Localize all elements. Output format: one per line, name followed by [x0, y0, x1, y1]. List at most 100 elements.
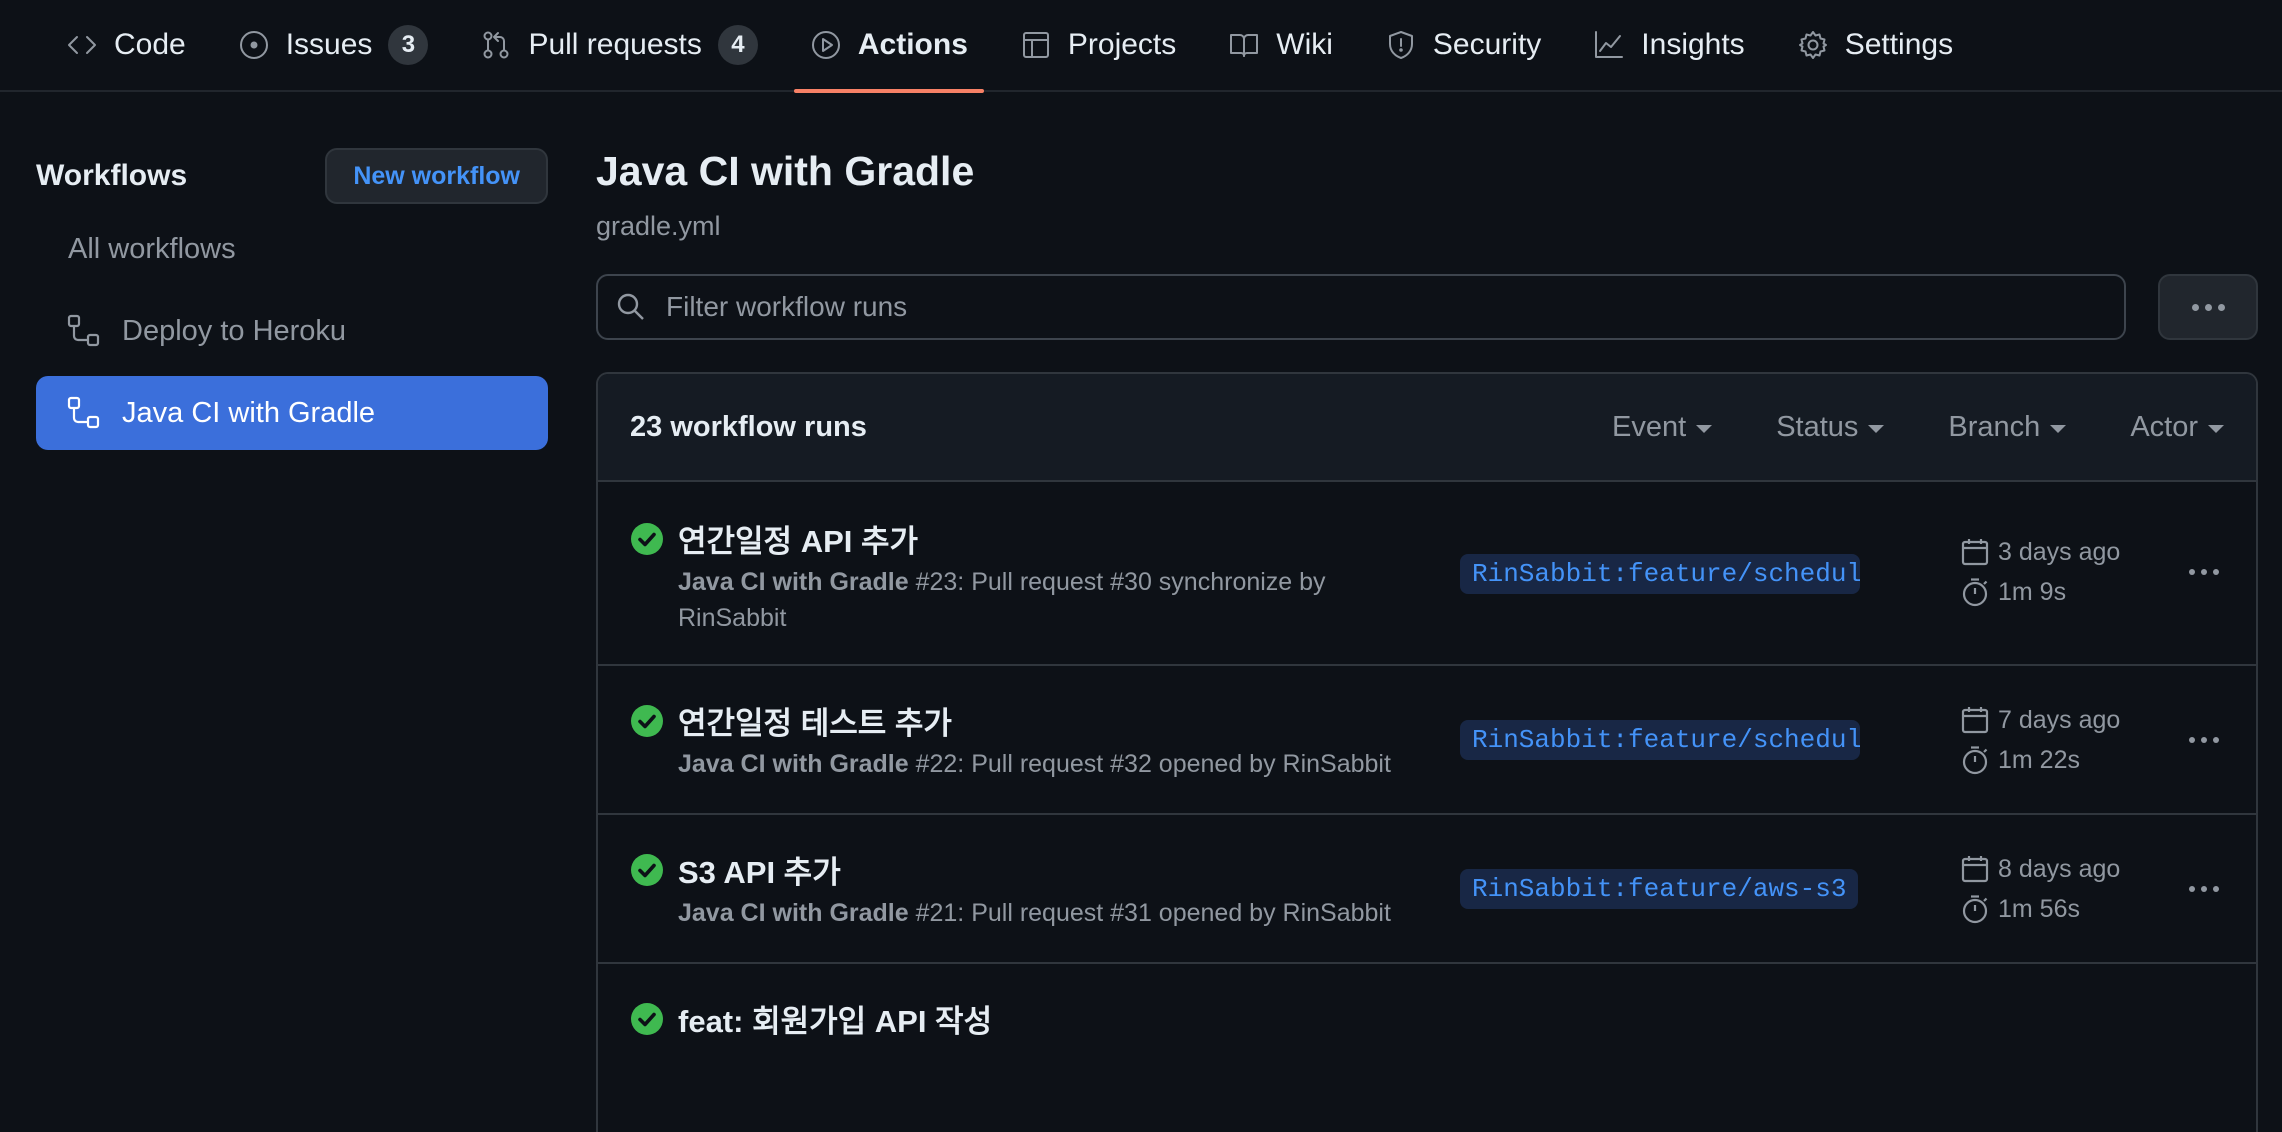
tab-security[interactable]: Security — [1369, 0, 1557, 91]
tab-projects[interactable]: Projects — [1004, 0, 1192, 91]
calendar-icon — [1961, 707, 1989, 734]
tab-issues[interactable]: Issues 3 — [222, 0, 445, 91]
sidebar-item-deploy-to-heroku[interactable]: Deploy to Heroku — [36, 294, 548, 368]
workflow-run-row[interactable]: feat: 회원가입 API 작성 — [598, 964, 2256, 1084]
tab-wiki[interactable]: Wiki — [1212, 0, 1349, 91]
tab-settings[interactable]: Settings — [1781, 0, 1969, 91]
run-detail: #21: Pull request #31 opened by RinSabbi… — [908, 899, 1391, 927]
shield-icon — [1388, 31, 1413, 59]
run-menu-button[interactable] — [2182, 867, 2226, 911]
check-circle-fill-icon — [631, 705, 663, 737]
tab-label: Security — [1432, 28, 1542, 61]
kebab-horizontal-icon — [2191, 303, 2225, 311]
workflow-run-row[interactable]: S3 API 추가 Java CI with Gradle #21: Pull … — [598, 815, 2256, 964]
run-title-link[interactable]: S3 API 추가 — [678, 847, 841, 892]
tab-code[interactable]: Code — [50, 0, 202, 91]
filter-row — [596, 274, 2258, 340]
pull-requests-count-badge: 4 — [717, 25, 758, 65]
runs-list-header: 23 workflow runs Event Status Branch Act… — [598, 374, 2256, 482]
calendar-icon — [1961, 539, 1989, 566]
issue-opened-icon — [239, 31, 268, 59]
tab-pull-requests[interactable]: Pull requests 4 — [464, 0, 773, 91]
workflow-runs-list: 23 workflow runs Event Status Branch Act… — [596, 372, 2258, 1132]
issues-count-badge: 3 — [388, 25, 429, 65]
play-icon — [811, 31, 840, 59]
run-menu-button[interactable] — [2182, 550, 2226, 594]
branch-label[interactable]: RinSabbit:feature/schedul… — [1460, 720, 1860, 760]
tab-label: Issues — [285, 28, 373, 61]
workflow-icon — [67, 314, 100, 347]
dropdown-label: Status — [1776, 410, 1859, 443]
graph-icon — [1595, 31, 1624, 58]
event-filter-dropdown[interactable]: Event — [1612, 410, 1713, 444]
sidebar-item-label: Deploy to Heroku — [122, 314, 347, 347]
sidebar-item-all-workflows[interactable]: All workflows — [36, 212, 548, 286]
run-menu-button[interactable] — [2182, 718, 2226, 762]
workflow-run-row[interactable]: 연간일정 API 추가 Java CI with Gradle #23: Pul… — [598, 482, 2256, 666]
branch-label[interactable]: RinSabbit:feature/schedule — [1460, 554, 1860, 594]
workflow-menu-button[interactable] — [2158, 274, 2258, 340]
check-circle-fill-icon — [631, 854, 663, 886]
check-circle-fill-icon — [631, 523, 663, 555]
run-meta: 7 days ago 1m 22s — [1960, 700, 2120, 780]
run-date: 3 days ago — [1998, 537, 2121, 566]
filter-workflow-runs-input[interactable] — [664, 290, 2124, 324]
sidebar-item-label: Java CI with Gradle — [122, 396, 376, 429]
tab-label: Wiki — [1276, 28, 1333, 61]
main-content: Java CI with Gradle gradle.yml 23 workfl… — [596, 140, 2258, 1132]
run-detail: #22: Pull request #32 opened by RinSabbi… — [908, 750, 1391, 778]
run-duration: 1m 56s — [1998, 894, 2080, 923]
run-title-link[interactable]: 연간일정 API 추가 — [678, 516, 918, 561]
kebab-horizontal-icon — [2189, 569, 2219, 575]
stopwatch-icon — [1962, 578, 1988, 607]
run-title-link[interactable]: 연간일정 테스트 추가 — [678, 698, 952, 743]
repo-nav: Code Issues 3 Pull requests 4 Actions Pr… — [0, 0, 2282, 93]
new-workflow-button[interactable]: New workflow — [325, 148, 548, 204]
workflow-run-row[interactable]: 연간일정 테스트 추가 Java CI with Gradle #22: Pul… — [598, 666, 2256, 815]
run-workflow-name: Java CI with Gradle — [678, 568, 909, 596]
sidebar-item-java-ci-with-gradle[interactable]: Java CI with Gradle — [36, 376, 548, 450]
run-workflow-name: Java CI with Gradle — [678, 750, 909, 778]
stopwatch-icon — [1962, 746, 1988, 775]
page-title: Java CI with Gradle — [596, 148, 975, 194]
triangle-down-icon — [1696, 425, 1713, 433]
run-date: 8 days ago — [1998, 854, 2121, 883]
gear-icon — [1798, 31, 1827, 59]
branch-filter-dropdown[interactable]: Branch — [1948, 410, 2067, 444]
tab-label: Actions — [857, 28, 968, 61]
sidebar-title: Workflows — [36, 159, 188, 192]
dropdown-label: Actor — [2130, 410, 2198, 443]
run-description: Java CI with Gradle #21: Pull request #3… — [678, 895, 1398, 931]
run-meta: 8 days ago 1m 56s — [1960, 849, 2120, 929]
tab-label: Projects — [1067, 28, 1177, 61]
run-duration: 1m 22s — [1998, 745, 2080, 774]
tab-insights[interactable]: Insights — [1577, 0, 1760, 91]
git-pull-request-icon — [483, 31, 509, 59]
triangle-down-icon — [1868, 425, 1885, 433]
status-filter-dropdown[interactable]: Status — [1776, 410, 1885, 444]
dropdown-label: Branch — [1948, 410, 2041, 443]
triangle-down-icon — [2208, 425, 2224, 433]
run-description: Java CI with Gradle #22: Pull request #3… — [678, 746, 1398, 782]
run-title-link[interactable]: feat: 회원가입 API 작성 — [678, 996, 992, 1041]
code-icon — [68, 36, 96, 54]
filter-box — [596, 274, 2126, 340]
sidebar-header: Workflows New workflow — [36, 148, 548, 204]
runs-count: 23 workflow runs — [630, 410, 867, 443]
workflow-file-link[interactable]: gradle.yml — [596, 206, 2258, 246]
run-date: 7 days ago — [1998, 705, 2121, 734]
calendar-icon — [1961, 856, 1989, 883]
tab-label: Pull requests — [528, 28, 702, 61]
actor-filter-dropdown[interactable]: Actor — [2130, 411, 2224, 444]
run-workflow-name: Java CI with Gradle — [678, 899, 909, 927]
tab-label: Settings — [1844, 28, 1954, 61]
run-duration: 1m 9s — [1998, 577, 2067, 606]
triangle-down-icon — [2050, 425, 2067, 433]
run-meta: 3 days ago 1m 9s — [1960, 532, 2120, 612]
tab-actions[interactable]: Actions — [793, 0, 984, 93]
branch-label[interactable]: RinSabbit:feature/aws-s3 — [1460, 869, 1859, 909]
stopwatch-icon — [1962, 895, 1988, 924]
tab-label: Code — [114, 28, 186, 61]
check-circle-fill-icon — [631, 1003, 663, 1035]
dropdown-label: Event — [1612, 410, 1687, 443]
